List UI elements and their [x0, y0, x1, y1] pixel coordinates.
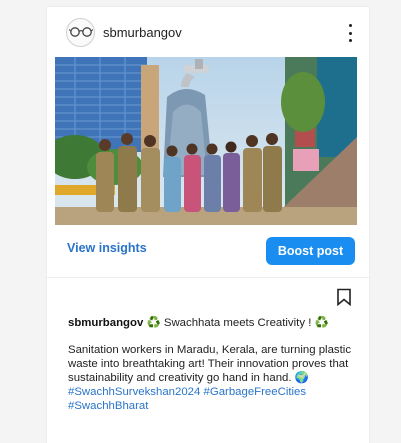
view-insights-link[interactable]: View insights	[67, 241, 147, 255]
caption-username[interactable]: sbmurbangov	[68, 317, 143, 329]
post-caption: sbmurbangov ♻️ Swachhata meets Creativit…	[68, 316, 360, 413]
caption-hashtags[interactable]: #SwachhSurvekshan2024 #GarbageFreeCities…	[68, 385, 360, 413]
more-options-icon[interactable]	[345, 24, 355, 42]
caption-headline-line: sbmurbangov ♻️ Swachhata meets Creativit…	[68, 316, 360, 330]
divider	[47, 277, 369, 278]
boost-post-button[interactable]: Boost post	[266, 237, 355, 265]
post-actions: View insights Boost post	[47, 227, 369, 277]
post-image[interactable]	[55, 57, 357, 225]
post-card: sbmurbangov View insights Boost post sbm…	[46, 6, 370, 443]
post-photo-illustration	[55, 57, 357, 225]
glasses-logo-icon	[68, 27, 93, 37]
caption-body: Sanitation workers in Maradu, Kerala, ar…	[68, 344, 352, 384]
post-username[interactable]: sbmurbangov	[103, 25, 182, 40]
avatar[interactable]	[66, 17, 95, 47]
bookmark-icon[interactable]	[336, 288, 352, 307]
post-header: sbmurbangov	[47, 7, 369, 57]
caption-headline: ♻️ Swachhata meets Creativity ! ♻️	[146, 317, 329, 329]
